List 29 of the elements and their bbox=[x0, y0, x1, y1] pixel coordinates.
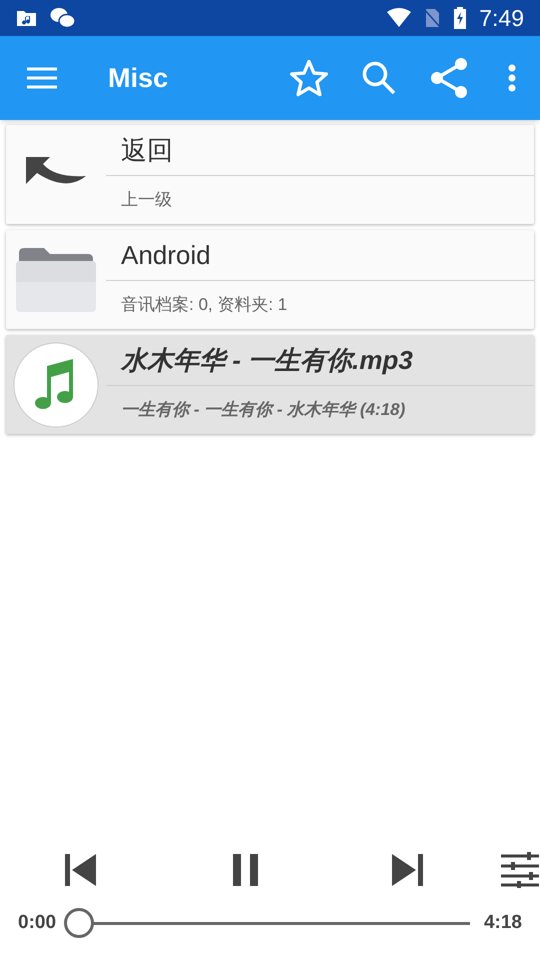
file-details: 上一级 bbox=[120, 189, 173, 212]
seek-thumb[interactable] bbox=[64, 908, 94, 938]
elapsed-time: 0:00 bbox=[18, 910, 56, 935]
equalizer-icon bbox=[501, 852, 540, 888]
battery-charging-icon bbox=[453, 7, 468, 29]
star-icon bbox=[289, 59, 329, 97]
file-details: 一生有你 - 一生有你 - 水木年华 (4:18) bbox=[120, 399, 406, 422]
file-name: 返回 bbox=[106, 125, 534, 176]
duration-time: 4:18 bbox=[484, 910, 522, 935]
file-details: 音讯档案: 0, 资料夹: 1 bbox=[120, 294, 288, 316]
clock: 7:49 bbox=[479, 6, 524, 30]
pause-icon bbox=[233, 854, 260, 886]
menu-icon bbox=[27, 67, 57, 89]
no-sim-icon bbox=[423, 8, 442, 28]
chat-icon bbox=[50, 7, 76, 29]
file-list-item[interactable]: 水木年华 - 一生有你.mp3 一生有你 - 一生有你 - 水木年华 (4:18) bbox=[6, 335, 534, 434]
more-icon bbox=[508, 64, 516, 92]
file-name: Android bbox=[106, 230, 534, 281]
file-list-item[interactable]: Android 音讯档案: 0, 资料夹: 1 bbox=[6, 230, 534, 329]
music-note-icon bbox=[13, 342, 99, 428]
next-icon bbox=[390, 854, 424, 886]
search-icon bbox=[361, 60, 397, 96]
wifi-icon bbox=[387, 8, 412, 28]
file-name: 水木年华 - 一生有你.mp3 bbox=[106, 335, 534, 386]
previous-icon bbox=[64, 854, 98, 886]
screen-title: Misc bbox=[108, 62, 170, 95]
music-folder-icon bbox=[16, 8, 38, 28]
share-icon bbox=[430, 58, 468, 98]
file-list-item[interactable]: 返回 上一级 bbox=[6, 125, 534, 224]
